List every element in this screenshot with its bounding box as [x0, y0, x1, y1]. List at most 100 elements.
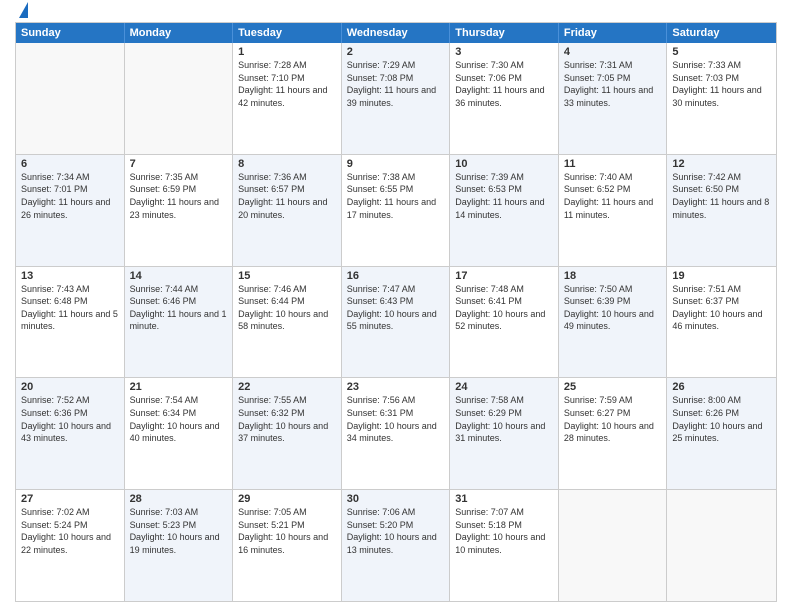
day-cell-29: 29Sunrise: 7:05 AMSunset: 5:21 PMDayligh… — [233, 490, 342, 601]
day-number: 9 — [347, 158, 445, 170]
logo-triangle-icon — [19, 2, 28, 18]
day-info: Sunrise: 7:55 AMSunset: 6:32 PMDaylight:… — [238, 394, 336, 444]
sunset-text: Sunset: 6:29 PM — [455, 407, 553, 420]
day-info: Sunrise: 7:34 AMSunset: 7:01 PMDaylight:… — [21, 171, 119, 221]
daylight-text: Daylight: 11 hours and 8 minutes. — [672, 196, 771, 221]
empty-cell — [125, 43, 234, 154]
day-cell-23: 23Sunrise: 7:56 AMSunset: 6:31 PMDayligh… — [342, 378, 451, 489]
day-cell-9: 9Sunrise: 7:38 AMSunset: 6:55 PMDaylight… — [342, 155, 451, 266]
day-info: Sunrise: 7:44 AMSunset: 6:46 PMDaylight:… — [130, 283, 228, 333]
sunrise-text: Sunrise: 7:51 AM — [672, 283, 771, 296]
daylight-text: Daylight: 10 hours and 31 minutes. — [455, 420, 553, 445]
sunrise-text: Sunrise: 7:38 AM — [347, 171, 445, 184]
day-info: Sunrise: 7:58 AMSunset: 6:29 PMDaylight:… — [455, 394, 553, 444]
daylight-text: Daylight: 11 hours and 30 minutes. — [672, 84, 771, 109]
sunrise-text: Sunrise: 7:52 AM — [21, 394, 119, 407]
day-cell-25: 25Sunrise: 7:59 AMSunset: 6:27 PMDayligh… — [559, 378, 668, 489]
sunrise-text: Sunrise: 7:07 AM — [455, 506, 553, 519]
daylight-text: Daylight: 11 hours and 39 minutes. — [347, 84, 445, 109]
day-info: Sunrise: 7:46 AMSunset: 6:44 PMDaylight:… — [238, 283, 336, 333]
sunrise-text: Sunrise: 7:50 AM — [564, 283, 662, 296]
sunrise-text: Sunrise: 7:56 AM — [347, 394, 445, 407]
daylight-text: Daylight: 10 hours and 40 minutes. — [130, 420, 228, 445]
day-info: Sunrise: 7:35 AMSunset: 6:59 PMDaylight:… — [130, 171, 228, 221]
empty-cell — [16, 43, 125, 154]
day-cell-26: 26Sunrise: 8:00 AMSunset: 6:26 PMDayligh… — [667, 378, 776, 489]
day-info: Sunrise: 7:56 AMSunset: 6:31 PMDaylight:… — [347, 394, 445, 444]
daylight-text: Daylight: 11 hours and 1 minute. — [130, 308, 228, 333]
daylight-text: Daylight: 10 hours and 22 minutes. — [21, 531, 119, 556]
day-number: 12 — [672, 158, 771, 170]
calendar-week-4: 20Sunrise: 7:52 AMSunset: 6:36 PMDayligh… — [16, 378, 776, 490]
day-cell-3: 3Sunrise: 7:30 AMSunset: 7:06 PMDaylight… — [450, 43, 559, 154]
sunrise-text: Sunrise: 7:31 AM — [564, 59, 662, 72]
day-cell-27: 27Sunrise: 7:02 AMSunset: 5:24 PMDayligh… — [16, 490, 125, 601]
day-cell-8: 8Sunrise: 7:36 AMSunset: 6:57 PMDaylight… — [233, 155, 342, 266]
day-info: Sunrise: 7:40 AMSunset: 6:52 PMDaylight:… — [564, 171, 662, 221]
day-number: 31 — [455, 493, 553, 505]
sunset-text: Sunset: 6:50 PM — [672, 183, 771, 196]
calendar-week-5: 27Sunrise: 7:02 AMSunset: 5:24 PMDayligh… — [16, 490, 776, 601]
sunrise-text: Sunrise: 7:28 AM — [238, 59, 336, 72]
sunset-text: Sunset: 6:59 PM — [130, 183, 228, 196]
sunrise-text: Sunrise: 7:35 AM — [130, 171, 228, 184]
day-info: Sunrise: 7:42 AMSunset: 6:50 PMDaylight:… — [672, 171, 771, 221]
sunset-text: Sunset: 7:10 PM — [238, 72, 336, 85]
header-day-tuesday: Tuesday — [233, 23, 342, 43]
sunrise-text: Sunrise: 7:43 AM — [21, 283, 119, 296]
daylight-text: Daylight: 10 hours and 34 minutes. — [347, 420, 445, 445]
day-info: Sunrise: 7:28 AMSunset: 7:10 PMDaylight:… — [238, 59, 336, 109]
header-day-thursday: Thursday — [450, 23, 559, 43]
day-number: 21 — [130, 381, 228, 393]
header — [15, 10, 777, 14]
daylight-text: Daylight: 10 hours and 43 minutes. — [21, 420, 119, 445]
sunset-text: Sunset: 6:46 PM — [130, 295, 228, 308]
daylight-text: Daylight: 10 hours and 13 minutes. — [347, 531, 445, 556]
day-number: 25 — [564, 381, 662, 393]
day-cell-28: 28Sunrise: 7:03 AMSunset: 5:23 PMDayligh… — [125, 490, 234, 601]
day-cell-6: 6Sunrise: 7:34 AMSunset: 7:01 PMDaylight… — [16, 155, 125, 266]
day-cell-14: 14Sunrise: 7:44 AMSunset: 6:46 PMDayligh… — [125, 267, 234, 378]
daylight-text: Daylight: 11 hours and 26 minutes. — [21, 196, 119, 221]
day-number: 15 — [238, 270, 336, 282]
day-cell-13: 13Sunrise: 7:43 AMSunset: 6:48 PMDayligh… — [16, 267, 125, 378]
day-cell-30: 30Sunrise: 7:06 AMSunset: 5:20 PMDayligh… — [342, 490, 451, 601]
day-info: Sunrise: 7:33 AMSunset: 7:03 PMDaylight:… — [672, 59, 771, 109]
header-day-sunday: Sunday — [16, 23, 125, 43]
sunset-text: Sunset: 6:52 PM — [564, 183, 662, 196]
day-info: Sunrise: 7:52 AMSunset: 6:36 PMDaylight:… — [21, 394, 119, 444]
day-info: Sunrise: 7:38 AMSunset: 6:55 PMDaylight:… — [347, 171, 445, 221]
daylight-text: Daylight: 11 hours and 11 minutes. — [564, 196, 662, 221]
sunset-text: Sunset: 7:05 PM — [564, 72, 662, 85]
header-day-wednesday: Wednesday — [342, 23, 451, 43]
daylight-text: Daylight: 11 hours and 23 minutes. — [130, 196, 228, 221]
day-cell-31: 31Sunrise: 7:07 AMSunset: 5:18 PMDayligh… — [450, 490, 559, 601]
day-number: 30 — [347, 493, 445, 505]
day-info: Sunrise: 7:07 AMSunset: 5:18 PMDaylight:… — [455, 506, 553, 556]
empty-cell — [559, 490, 668, 601]
daylight-text: Daylight: 11 hours and 17 minutes. — [347, 196, 445, 221]
sunset-text: Sunset: 6:57 PM — [238, 183, 336, 196]
daylight-text: Daylight: 10 hours and 19 minutes. — [130, 531, 228, 556]
day-number: 8 — [238, 158, 336, 170]
day-cell-21: 21Sunrise: 7:54 AMSunset: 6:34 PMDayligh… — [125, 378, 234, 489]
sunset-text: Sunset: 7:08 PM — [347, 72, 445, 85]
sunset-text: Sunset: 5:21 PM — [238, 519, 336, 532]
calendar-header: SundayMondayTuesdayWednesdayThursdayFrid… — [16, 23, 776, 43]
calendar-week-3: 13Sunrise: 7:43 AMSunset: 6:48 PMDayligh… — [16, 267, 776, 379]
day-info: Sunrise: 7:06 AMSunset: 5:20 PMDaylight:… — [347, 506, 445, 556]
sunrise-text: Sunrise: 7:47 AM — [347, 283, 445, 296]
day-cell-17: 17Sunrise: 7:48 AMSunset: 6:41 PMDayligh… — [450, 267, 559, 378]
daylight-text: Daylight: 10 hours and 46 minutes. — [672, 308, 771, 333]
daylight-text: Daylight: 11 hours and 42 minutes. — [238, 84, 336, 109]
sunrise-text: Sunrise: 7:42 AM — [672, 171, 771, 184]
day-number: 11 — [564, 158, 662, 170]
day-number: 19 — [672, 270, 771, 282]
sunrise-text: Sunrise: 7:34 AM — [21, 171, 119, 184]
sunset-text: Sunset: 6:53 PM — [455, 183, 553, 196]
sunrise-text: Sunrise: 7:29 AM — [347, 59, 445, 72]
sunset-text: Sunset: 6:27 PM — [564, 407, 662, 420]
day-info: Sunrise: 7:39 AMSunset: 6:53 PMDaylight:… — [455, 171, 553, 221]
day-number: 16 — [347, 270, 445, 282]
day-number: 10 — [455, 158, 553, 170]
